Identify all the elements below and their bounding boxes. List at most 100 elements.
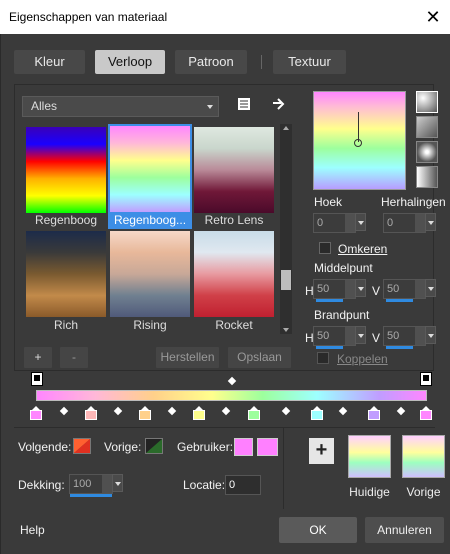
- gradient-swatch[interactable]: [26, 231, 106, 317]
- color-stop[interactable]: [368, 406, 380, 420]
- focus-v-input[interactable]: 50: [383, 326, 426, 349]
- previous-color-label: Vorige:: [104, 440, 142, 454]
- tab-textuur[interactable]: Textuur: [273, 50, 346, 74]
- previous-preview-thumb[interactable]: [402, 435, 445, 478]
- color-stop[interactable]: [85, 406, 97, 420]
- opacity-input[interactable]: 100: [69, 474, 113, 497]
- midpoint-h-slider[interactable]: [316, 299, 343, 302]
- category-select-value: Alles: [31, 99, 58, 113]
- current-preview-thumb[interactable]: [348, 435, 391, 478]
- focus-v-stepper[interactable]: [415, 327, 425, 345]
- add-gradient-button[interactable]: +: [24, 347, 52, 368]
- user-color-swatch-2[interactable]: [257, 438, 278, 456]
- opacity-stop-left[interactable]: [31, 372, 43, 386]
- gradient-label: Regenboog...: [113, 213, 187, 227]
- gradient-preview[interactable]: [313, 91, 406, 190]
- title-bar: Eigenschappen van materiaal ✕: [0, 0, 450, 34]
- focus-v-slider[interactable]: [386, 346, 413, 349]
- color-stop[interactable]: [420, 406, 432, 420]
- tab-kleur[interactable]: Kleur: [14, 50, 85, 74]
- close-icon[interactable]: ✕: [416, 0, 450, 34]
- link-checkbox[interactable]: [317, 352, 329, 364]
- location-value: 0: [229, 479, 236, 491]
- invert-checkbox[interactable]: [319, 242, 331, 254]
- scroll-down-icon[interactable]: [283, 328, 289, 332]
- gradient-swatch[interactable]: [194, 127, 274, 213]
- focus-v-dropdown[interactable]: [425, 326, 436, 344]
- gradient-label: Rocket: [215, 318, 253, 332]
- previous-preview-label: Vorige: [406, 485, 441, 499]
- radial-style-icon[interactable]: [416, 141, 438, 163]
- color-stop[interactable]: [139, 406, 151, 420]
- color-stop[interactable]: [193, 406, 205, 420]
- midpoint-h-input[interactable]: 50: [313, 279, 356, 302]
- midpoint-v-slider[interactable]: [386, 299, 413, 302]
- gradient-label: Rising: [133, 318, 167, 332]
- bottom-divider: [283, 427, 284, 509]
- linear-style-icon[interactable]: [416, 91, 438, 113]
- gradient-scrollbar[interactable]: [280, 124, 292, 334]
- focus-handle[interactable]: [354, 139, 362, 147]
- gradient-editor-bar[interactable]: [36, 390, 427, 401]
- save-button[interactable]: Opslaan: [228, 347, 291, 368]
- midpoint-h-stepper[interactable]: [345, 280, 355, 298]
- color-stop[interactable]: [248, 406, 260, 420]
- library-menu-icon[interactable]: [237, 97, 251, 111]
- location-input[interactable]: 0: [225, 475, 261, 495]
- window-title: Eigenschappen van materiaal: [9, 10, 168, 24]
- previous-color-swatch[interactable]: [145, 438, 163, 454]
- midpoint-label: Middelpunt: [314, 261, 373, 275]
- location-label: Locatie:: [183, 478, 226, 492]
- focus-label: Brandpunt: [314, 308, 370, 322]
- angle-stepper[interactable]: [345, 214, 355, 232]
- midpoint-v-stepper[interactable]: [415, 280, 425, 298]
- midpoint-v-input[interactable]: 50: [383, 279, 426, 302]
- rectangular-style-icon[interactable]: [416, 116, 438, 138]
- tab-verloop[interactable]: Verloop: [95, 50, 165, 74]
- next-color-swatch[interactable]: [73, 438, 91, 454]
- cancel-button[interactable]: Annuleren: [365, 517, 444, 543]
- tab-patroon[interactable]: Patroon: [175, 50, 247, 74]
- remove-gradient-button[interactable]: -: [60, 347, 88, 368]
- category-select[interactable]: Alles: [22, 96, 219, 117]
- opacity-value: 100: [73, 478, 92, 490]
- gradient-swatch[interactable]: [110, 231, 190, 317]
- midpoint-v-label: V: [372, 284, 381, 298]
- opacity-dropdown[interactable]: [112, 474, 123, 492]
- color-stop[interactable]: [30, 406, 42, 420]
- chevron-down-icon: [207, 105, 213, 109]
- color-stop[interactable]: [311, 406, 323, 420]
- angle-dropdown[interactable]: [355, 213, 366, 231]
- focus-h-slider[interactable]: [316, 346, 343, 349]
- scroll-up-icon[interactable]: [283, 126, 289, 130]
- help-link[interactable]: Help: [20, 523, 45, 537]
- ok-button[interactable]: OK: [279, 517, 357, 543]
- midpoint-v-dropdown[interactable]: [425, 279, 436, 297]
- repeats-input[interactable]: 0: [383, 213, 426, 233]
- restore-button[interactable]: Herstellen: [156, 347, 219, 368]
- add-color-button[interactable]: +: [309, 438, 334, 464]
- opacity-stop-right[interactable]: [420, 372, 432, 386]
- repeats-label: Herhalingen: [381, 195, 446, 209]
- gradient-swatch[interactable]: [194, 231, 274, 317]
- repeats-dropdown[interactable]: [425, 213, 436, 231]
- arrow-right-icon[interactable]: [271, 96, 287, 112]
- scroll-thumb[interactable]: [281, 270, 291, 290]
- user-color-swatch[interactable]: [234, 438, 253, 456]
- repeats-stepper[interactable]: [415, 214, 425, 232]
- gradient-label: Retro Lens: [204, 213, 264, 227]
- focus-h-dropdown[interactable]: [355, 326, 366, 344]
- focus-h-input[interactable]: 50: [313, 326, 356, 349]
- focus-v-value: 50: [387, 330, 400, 342]
- angle-input[interactable]: 0: [313, 213, 356, 233]
- current-preview-label: Huidige: [349, 485, 390, 499]
- opacity-slider[interactable]: [70, 494, 112, 497]
- next-color-label: Volgende:: [18, 440, 72, 454]
- gradient-label: Rich: [53, 318, 78, 332]
- midpoint-h-dropdown[interactable]: [355, 279, 366, 297]
- focus-h-stepper[interactable]: [345, 327, 355, 345]
- gradient-swatch[interactable]: [26, 127, 106, 213]
- opacity-stepper[interactable]: [102, 475, 112, 493]
- gradient-swatch[interactable]: [110, 126, 190, 212]
- sunburst-style-icon[interactable]: [416, 166, 438, 188]
